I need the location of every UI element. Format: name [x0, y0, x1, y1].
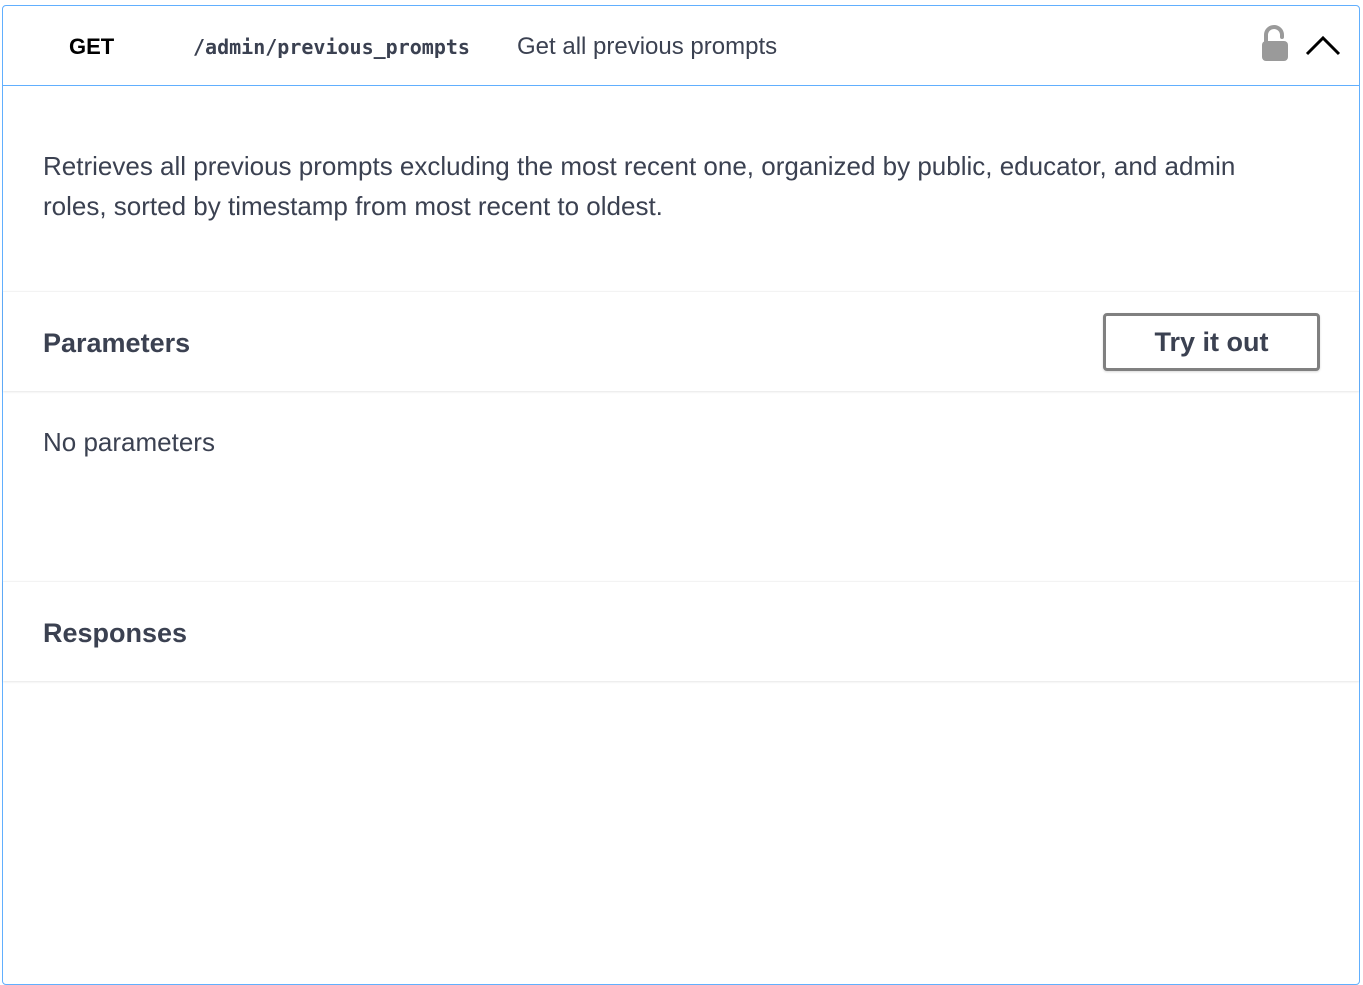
http-method: GET [69, 34, 115, 59]
endpoint-path: /admin/previous_prompts [193, 35, 470, 59]
chevron-up-icon[interactable] [1303, 28, 1343, 60]
operation-description: Retrieves all previous prompts excluding… [43, 151, 1236, 221]
operation-block: GET /admin/previous_prompts Get all prev… [2, 5, 1360, 985]
unlock-icon[interactable] [1259, 24, 1291, 64]
parameters-title: Parameters [43, 328, 191, 358]
parameters-header: Parameters Try it out [3, 291, 1359, 391]
no-parameters-text: No parameters [43, 427, 215, 457]
responses-title: Responses [43, 618, 188, 648]
operation-summary[interactable]: GET /admin/previous_prompts Get all prev… [3, 6, 1359, 86]
try-it-out-button[interactable]: Try it out [1103, 313, 1320, 371]
responses-header: Responses [3, 581, 1359, 681]
operation-summary-text: Get all previous prompts [517, 33, 778, 60]
